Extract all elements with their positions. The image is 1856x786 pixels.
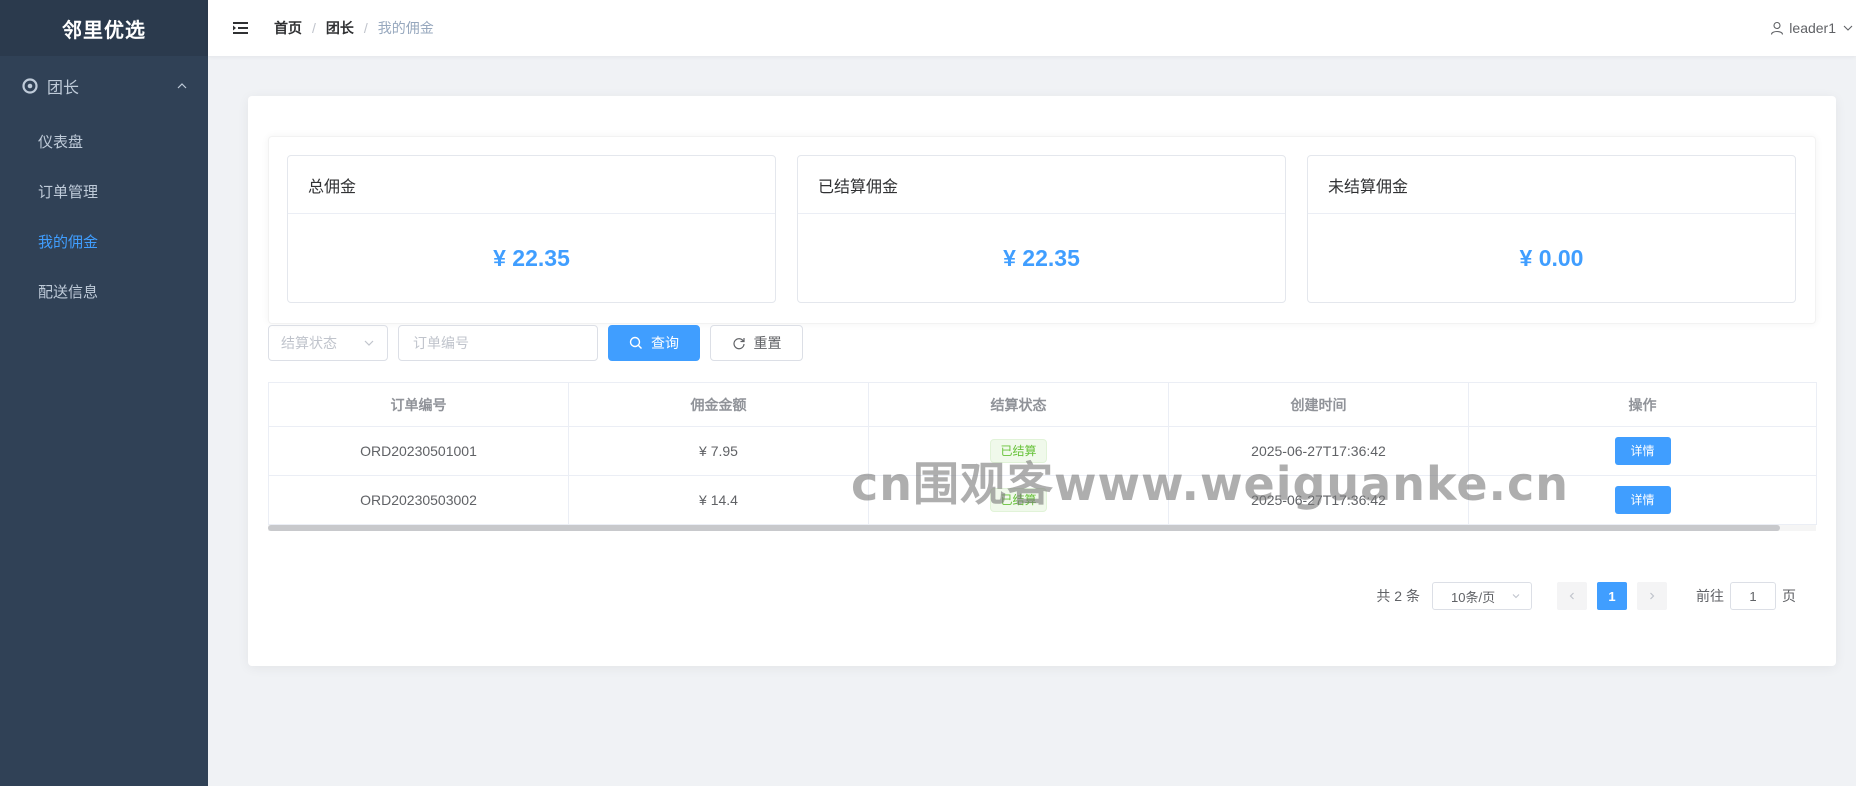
sidebar-group-label: 团长 bbox=[47, 80, 80, 97]
breadcrumb: 首页 / 团长 / 我的佣金 bbox=[274, 18, 434, 38]
breadcrumb-home[interactable]: 首页 bbox=[274, 18, 302, 38]
action-cell: 详情 bbox=[1468, 426, 1817, 476]
order-number-cell: ORD20230503002 bbox=[268, 475, 569, 525]
stat-title: 已结算佣金 bbox=[798, 156, 1285, 214]
page-number-current[interactable]: 1 bbox=[1597, 582, 1627, 610]
search-icon bbox=[629, 336, 643, 350]
created-time-cell: 2025-06-27T17:36:42 bbox=[1168, 426, 1469, 476]
status-badge: 已结算 bbox=[990, 488, 1047, 512]
column-header: 佣金金额 bbox=[568, 382, 869, 427]
detail-button[interactable]: 详情 bbox=[1614, 437, 1671, 465]
chevron-down-icon bbox=[1511, 591, 1521, 601]
column-header: 创建时间 bbox=[1168, 382, 1469, 427]
stats-row: 总佣金 ¥ 22.35 已结算佣金 ¥ 22.35 未结算佣金 ¥ 0.00 bbox=[268, 136, 1816, 324]
gear-icon bbox=[22, 78, 38, 94]
stat-title: 未结算佣金 bbox=[1308, 156, 1795, 214]
stat-card-settled: 已结算佣金 ¥ 22.35 bbox=[797, 155, 1286, 303]
chevron-left-icon bbox=[1569, 592, 1574, 600]
stat-value: ¥ 0.00 bbox=[1519, 244, 1584, 271]
user-icon bbox=[1770, 21, 1784, 35]
app-root: 邻里优选 团长 仪表盘 订单管理 我的佣金 配送信息 首页 / 团长 / 我的佣… bbox=[0, 0, 1856, 786]
sidebar-submenu: 仪表盘 订单管理 我的佣金 配送信息 bbox=[0, 116, 208, 316]
detail-button[interactable]: 详情 bbox=[1614, 486, 1671, 514]
settlement-status-select[interactable]: 结算状态 bbox=[268, 325, 388, 361]
sidebar-item-orders[interactable]: 订单管理 bbox=[0, 166, 208, 216]
next-page-button[interactable] bbox=[1637, 582, 1667, 610]
order-number-cell: ORD20230501001 bbox=[268, 426, 569, 476]
commission-table: 订单编号 佣金金额 结算状态 创建时间 操作 ORD20230501001 ¥ … bbox=[268, 382, 1817, 531]
page-jumper: 前往 页 bbox=[1696, 582, 1796, 610]
chevron-up-icon bbox=[176, 80, 188, 92]
commission-card: 总佣金 ¥ 22.35 已结算佣金 ¥ 22.35 未结算佣金 ¥ 0.00 结… bbox=[248, 96, 1836, 666]
goto-suffix: 页 bbox=[1782, 588, 1796, 604]
column-header: 操作 bbox=[1468, 382, 1817, 427]
created-time-cell: 2025-06-27T17:36:42 bbox=[1168, 475, 1469, 525]
stat-value: ¥ 22.35 bbox=[493, 244, 570, 271]
goto-prefix: 前往 bbox=[1696, 588, 1724, 604]
username: leader1 bbox=[1789, 20, 1836, 36]
stat-value: ¥ 22.35 bbox=[1003, 244, 1080, 271]
breadcrumb-leader[interactable]: 团长 bbox=[326, 18, 354, 38]
app-logo: 邻里优选 bbox=[0, 0, 208, 56]
search-button-label: 查询 bbox=[651, 335, 679, 351]
main-area: 首页 / 团长 / 我的佣金 leader1 总佣金 ¥ 22.35 已结算佣金… bbox=[208, 0, 1856, 786]
status-cell: 已结算 bbox=[868, 426, 1169, 476]
breadcrumb-current: 我的佣金 bbox=[377, 20, 434, 36]
sidebar-item-delivery[interactable]: 配送信息 bbox=[0, 266, 208, 316]
stat-card-unsettled: 未结算佣金 ¥ 0.00 bbox=[1307, 155, 1796, 303]
action-cell: 详情 bbox=[1468, 475, 1817, 525]
status-badge: 已结算 bbox=[990, 439, 1047, 463]
page-size-select[interactable]: 10条/页 bbox=[1432, 582, 1532, 610]
filter-bar: 结算状态 查询 bbox=[268, 324, 1816, 362]
reset-button-label: 重置 bbox=[753, 335, 782, 351]
amount-cell: ¥ 7.95 bbox=[568, 426, 869, 476]
refresh-icon bbox=[732, 336, 746, 350]
sidebar-item-dashboard[interactable]: 仪表盘 bbox=[0, 116, 208, 166]
chevron-right-icon bbox=[1650, 592, 1655, 600]
chevron-down-icon bbox=[1842, 22, 1854, 34]
goto-page-input[interactable] bbox=[1730, 582, 1776, 610]
table-header-row: 订单编号 佣金金额 结算状态 创建时间 操作 bbox=[268, 382, 1817, 427]
scrollbar-thumb[interactable] bbox=[268, 525, 1780, 531]
table-row: ORD20230501001 ¥ 7.95 已结算 2025-06-27T17:… bbox=[268, 426, 1817, 476]
search-button[interactable]: 查询 bbox=[608, 325, 700, 361]
sidebar-group-leader[interactable]: 团长 bbox=[0, 56, 208, 116]
reset-button[interactable]: 重置 bbox=[710, 325, 803, 361]
column-header: 结算状态 bbox=[868, 382, 1169, 427]
breadcrumb-separator: / bbox=[363, 20, 368, 36]
select-placeholder: 结算状态 bbox=[281, 335, 337, 351]
status-cell: 已结算 bbox=[868, 475, 1169, 525]
stat-title: 总佣金 bbox=[288, 156, 775, 214]
sidebar: 邻里优选 团长 仪表盘 订单管理 我的佣金 配送信息 bbox=[0, 0, 208, 786]
sidebar-item-my-commission[interactable]: 我的佣金 bbox=[0, 216, 208, 266]
page-content: 总佣金 ¥ 22.35 已结算佣金 ¥ 22.35 未结算佣金 ¥ 0.00 结… bbox=[208, 56, 1856, 666]
page-size-value: 10条/页 bbox=[1451, 589, 1496, 605]
breadcrumb-separator: / bbox=[312, 20, 316, 36]
hamburger-menu-icon[interactable] bbox=[226, 13, 256, 43]
chevron-down-icon bbox=[363, 337, 375, 349]
prev-page-button[interactable] bbox=[1557, 582, 1587, 610]
order-number-input[interactable] bbox=[398, 325, 598, 361]
user-menu[interactable]: leader1 bbox=[1770, 0, 1854, 56]
horizontal-scrollbar[interactable] bbox=[268, 525, 1816, 531]
pagination: 共 2 条 10条/页 1 前往 1 页 bbox=[1376, 582, 1796, 610]
navbar: 首页 / 团长 / 我的佣金 leader1 bbox=[208, 0, 1856, 56]
stat-card-total: 总佣金 ¥ 22.35 bbox=[287, 155, 776, 303]
table-row: ORD20230503002 ¥ 14.4 已结算 2025-06-27T17:… bbox=[268, 475, 1817, 525]
column-header: 订单编号 bbox=[268, 382, 569, 427]
pagination-total: 共 2 条 bbox=[1376, 588, 1420, 604]
amount-cell: ¥ 14.4 bbox=[568, 475, 869, 525]
